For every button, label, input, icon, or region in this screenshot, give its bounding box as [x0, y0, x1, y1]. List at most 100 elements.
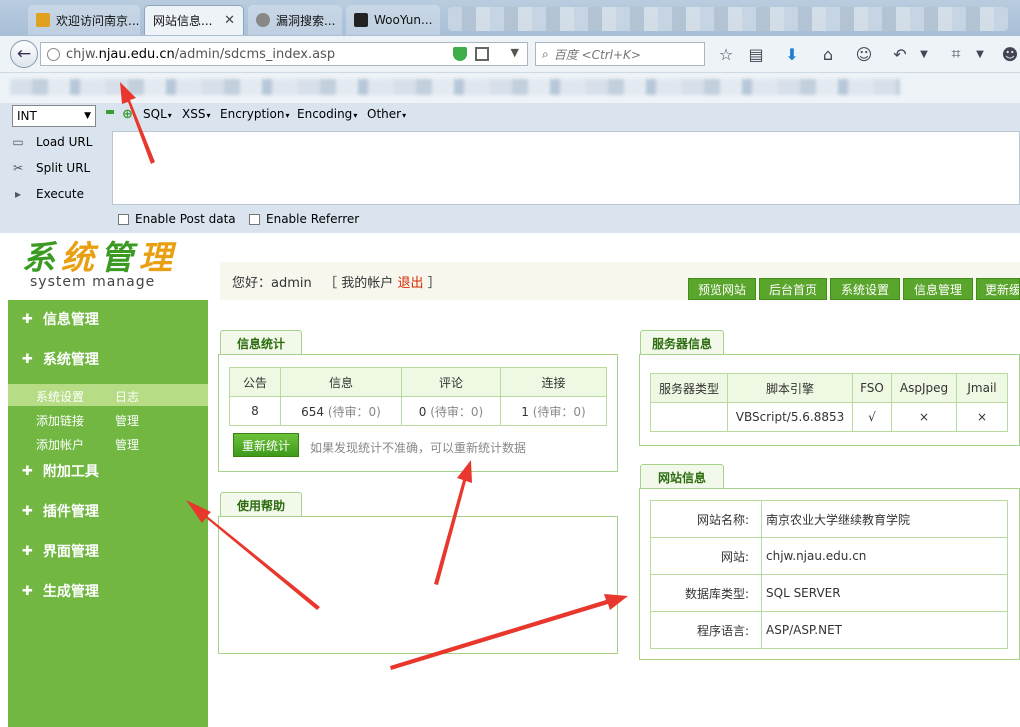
plus-icon: ✚: [22, 583, 33, 599]
address-bar[interactable]: chjw. njau.edu.cn/admin/sdcms_index.asp ▼: [40, 42, 528, 66]
chat-icon[interactable]: ☺: [854, 44, 874, 64]
browser-tab-strip: 欢迎访问南京... 网站信息... ✕ 漏洞搜索... WooYun...: [0, 0, 1020, 36]
sidebar-section-label: 附加工具: [42, 464, 99, 480]
enable-referrer-checkbox[interactable]: Enable Referrer: [249, 212, 359, 226]
tab-system-settings[interactable]: 系统设置: [830, 278, 900, 300]
plus-icon: ✚: [22, 311, 33, 327]
server-fso-value: √: [852, 402, 892, 432]
menu-encryption[interactable]: Encryption: [220, 107, 289, 121]
execute-button[interactable]: ▸ Execute: [10, 186, 84, 202]
crop-icon[interactable]: ⌗: [946, 44, 966, 64]
extension-chat-icon[interactable]: ☻: [1000, 44, 1020, 64]
url-prefix: chjw.: [66, 46, 99, 62]
tab-favicon-icon: [36, 13, 50, 27]
site-lang-key: 程序语言:: [650, 611, 762, 649]
stats-panel-tab: 信息统计: [220, 330, 302, 355]
hackbar-url-textarea[interactable]: [112, 131, 1020, 205]
bookmarks-toolbar-blurred: [0, 73, 1020, 103]
site-db-value: SQL SERVER: [761, 574, 1008, 612]
tab-info-management[interactable]: 信息管理: [903, 278, 973, 300]
tab-preview-site[interactable]: 预览网站: [688, 278, 756, 300]
checkbox-icon: [249, 213, 260, 225]
browser-tab-4[interactable]: WooYun...: [346, 5, 440, 35]
checkbox-icon: [118, 213, 129, 225]
bookmark-star-icon[interactable]: ☆: [716, 44, 736, 64]
stats-table: 公告 信息 评论 连接 8 654 (待审：0) 0 (待审：0) 1 (待审：…: [229, 367, 607, 426]
browser-tab-3[interactable]: 漏洞搜索...: [248, 5, 342, 35]
recount-button[interactable]: 重新统计: [233, 433, 299, 457]
tab-close-icon[interactable]: ✕: [224, 13, 235, 28]
site-row-lang: 程序语言: ASP/ASP.NET: [650, 611, 1008, 649]
split-url-label: Split URL: [36, 161, 91, 175]
split-url-icon: ✂: [12, 161, 24, 175]
url-path: /admin/sdcms_index.asp: [174, 46, 336, 62]
sidebar-sub-add-link[interactable]: 添加链接: [36, 412, 84, 429]
sidebar-section-label: 界面管理: [42, 544, 99, 560]
back-button[interactable]: ←: [10, 40, 38, 68]
enable-post-checkbox[interactable]: Enable Post data: [118, 212, 236, 226]
sidebar-section-info-management[interactable]: ✚ 信息管理: [8, 300, 208, 338]
site-name-key: 网站名称:: [650, 500, 762, 538]
back-arrow-icon: ←: [16, 44, 32, 64]
dropdown-arrow-icon[interactable]: ▼: [511, 46, 519, 59]
chevron-down-icon: ▼: [84, 111, 91, 121]
sidebar-sub-system-settings[interactable]: 系统设置: [36, 388, 84, 405]
sidebar-section-label: 信息管理: [42, 312, 99, 328]
stats-header-info: 信息: [280, 367, 402, 397]
menu-encoding[interactable]: Encoding: [297, 107, 357, 121]
hackbar-toolbar: INT ▼ ⊕ SQL XSS Encryption Encoding Othe…: [0, 103, 1020, 233]
logout-link[interactable]: 退出: [397, 276, 423, 291]
tab-admin-home[interactable]: 后台首页: [759, 278, 827, 300]
link-pending: (待审：0): [532, 404, 586, 419]
server-value-row: VBScript/5.6.8853 √ × ×: [650, 402, 1008, 432]
search-box[interactable]: ⌕ 百度 <Ctrl+K>: [535, 42, 705, 66]
download-icon[interactable]: ⬇: [782, 44, 802, 64]
server-header-engine: 脚本引擎: [727, 373, 853, 403]
navigation-bar: ← chjw. njau.edu.cn/admin/sdcms_index.asp…: [0, 36, 1020, 73]
browser-tab-1[interactable]: 欢迎访问南京...: [28, 5, 140, 35]
sidebar-section-plugin-management[interactable]: ✚ 插件管理: [8, 492, 208, 530]
cms-logo: 系统管理 system manage: [22, 238, 178, 291]
my-account-link[interactable]: ［ 我的帐户: [324, 276, 393, 291]
split-url-button[interactable]: ✂ Split URL: [10, 160, 90, 176]
server-aspjpeg-value: ×: [891, 402, 957, 432]
home-icon[interactable]: ⌂: [818, 44, 838, 64]
sidebar-section-system-management[interactable]: ✚ 系统管理: [8, 340, 208, 378]
load-url-button[interactable]: ▭ Load URL: [10, 134, 92, 150]
menu-other[interactable]: Other: [367, 107, 406, 121]
username: admin: [271, 276, 312, 291]
minus-icon[interactable]: [106, 110, 114, 114]
undo-dropdown-icon[interactable]: ▼: [914, 44, 934, 64]
plus-icon: ✚: [22, 351, 33, 367]
gear-favicon-icon: [256, 13, 270, 27]
comment-pending: (待审：0): [430, 404, 484, 419]
menu-xss[interactable]: XSS: [182, 107, 210, 121]
globe-icon: [47, 47, 60, 61]
qr-code-icon[interactable]: [475, 47, 489, 61]
reading-list-icon[interactable]: ▤: [746, 44, 766, 64]
logo-char-2: 统: [61, 238, 100, 277]
int-select[interactable]: INT ▼: [12, 105, 96, 127]
sidebar-section-generate-management[interactable]: ✚ 生成管理: [8, 572, 208, 610]
recount-tip: 如果发现统计不准确，可以重新统计数据: [310, 441, 527, 455]
menu-sql[interactable]: SQL: [143, 107, 172, 121]
plus-icon: ✚: [22, 543, 33, 559]
load-url-label: Load URL: [36, 135, 93, 149]
greeting-prefix: 您好：: [232, 276, 272, 291]
sidebar-sub-log[interactable]: 日志: [115, 388, 139, 405]
sidebar-section-extra-tools[interactable]: ✚ 附加工具: [8, 452, 208, 490]
sidebar-sub-add-account[interactable]: 添加帐户: [36, 436, 84, 453]
site-lang-value: ASP/ASP.NET: [761, 611, 1008, 649]
tab-update-cache[interactable]: 更新缓: [976, 278, 1020, 300]
browser-tab-2-active[interactable]: 网站信息... ✕: [144, 5, 244, 35]
sidebar-sub-account-manage[interactable]: 管理: [115, 436, 139, 453]
load-url-icon: ▭: [12, 135, 24, 149]
stats-info-count: 654 (待审：0): [280, 396, 402, 426]
sidebar-sub-link-manage[interactable]: 管理: [115, 412, 139, 429]
undo-icon[interactable]: ↶: [890, 44, 910, 64]
site-url-key: 网站:: [650, 537, 762, 575]
security-shield-icon[interactable]: [453, 47, 467, 61]
plus-icon[interactable]: ⊕: [122, 107, 133, 122]
crop-dropdown-icon[interactable]: ▼: [970, 44, 990, 64]
sidebar-section-ui-management[interactable]: ✚ 界面管理: [8, 532, 208, 570]
